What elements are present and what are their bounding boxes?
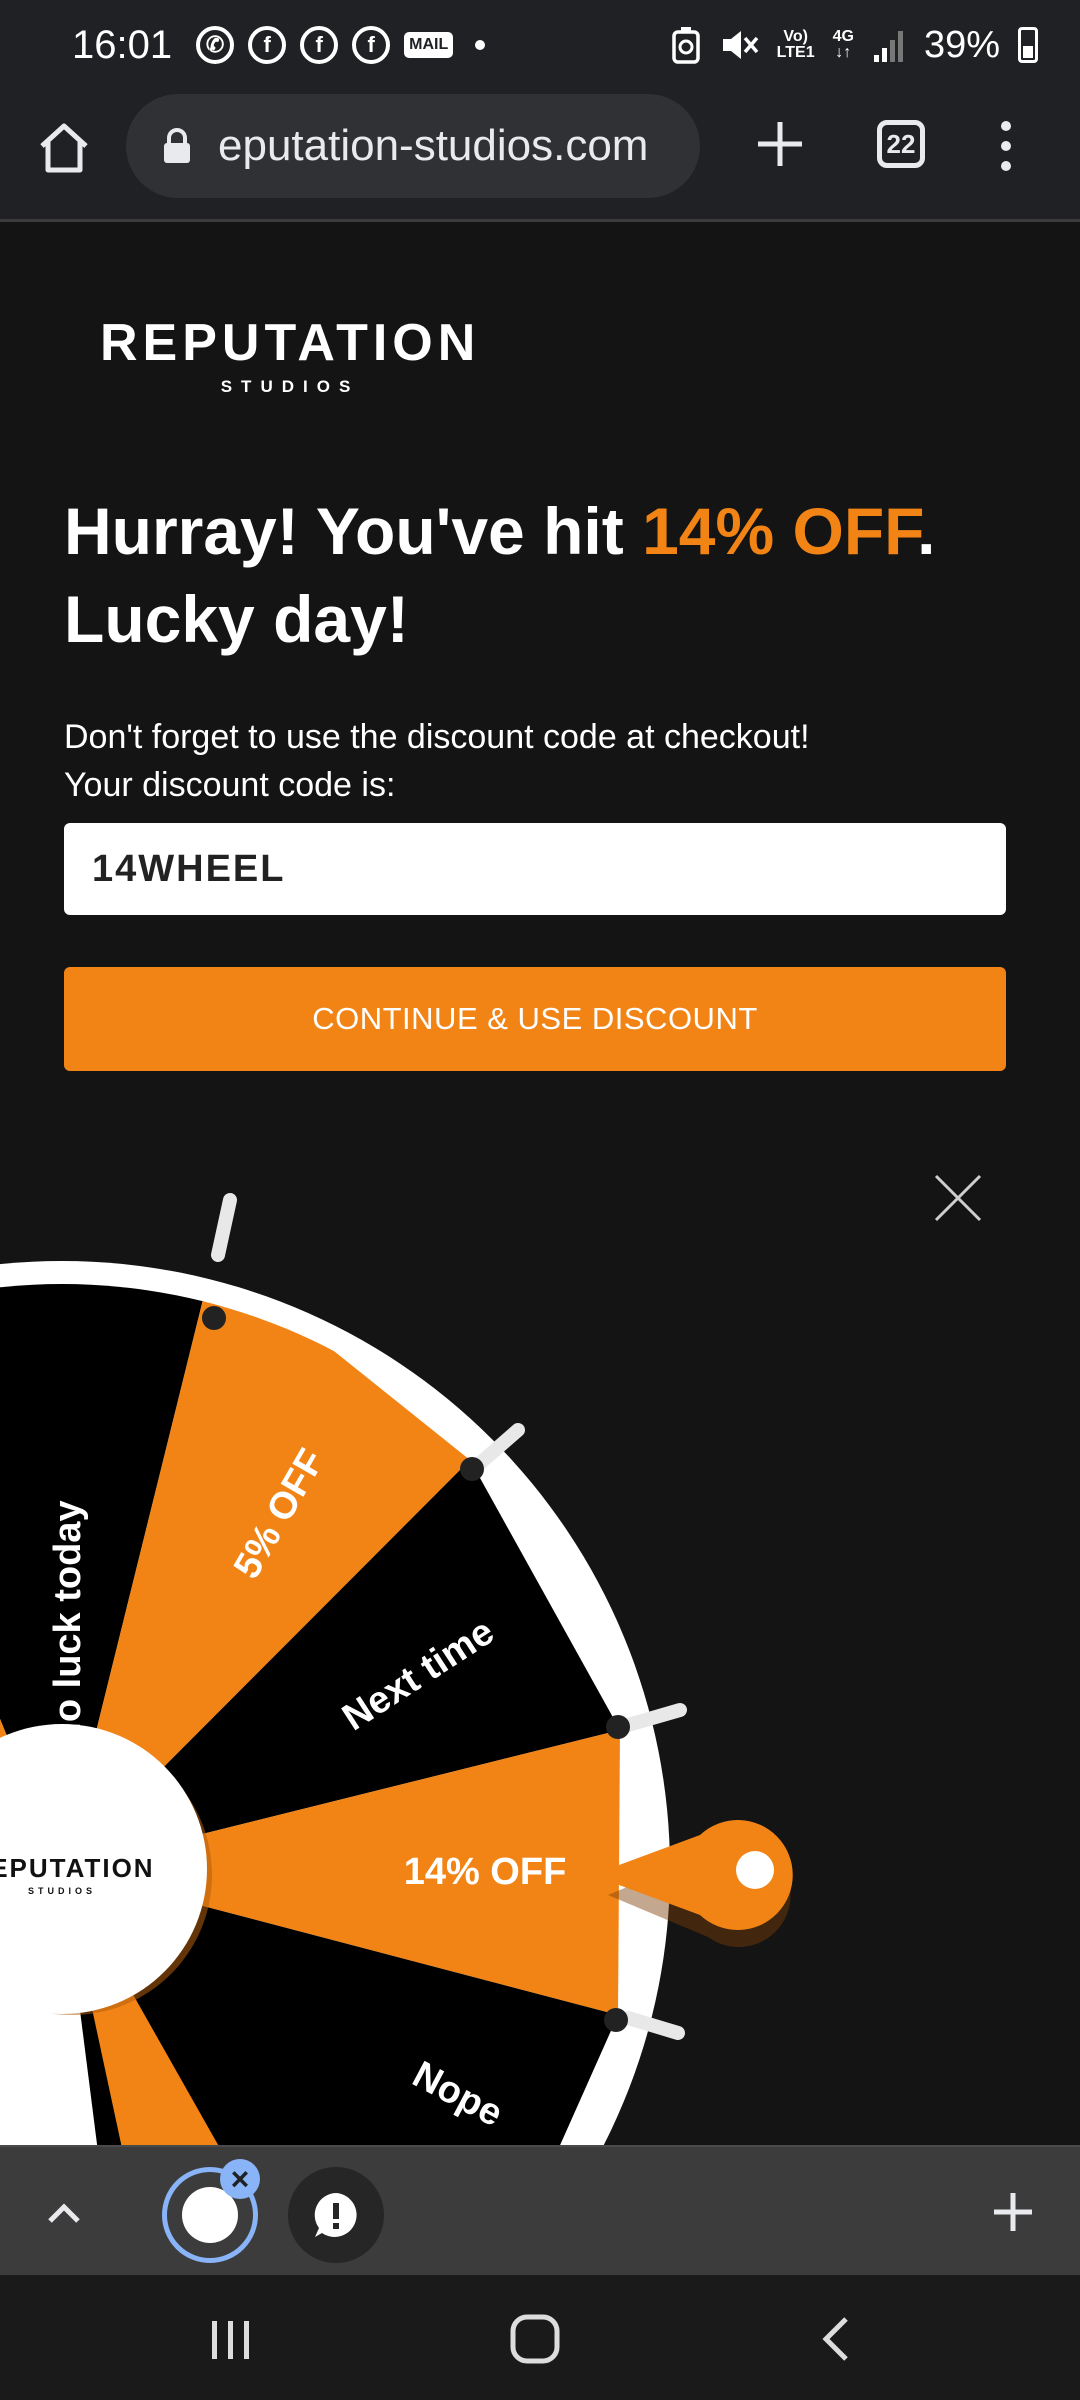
popup-content: REPUTATION STUDIOS Hurray! You've hit 14… xyxy=(0,225,1080,2145)
segment-label-14-off: 14% OFF xyxy=(404,1851,567,1893)
info-text: Don't forget to use the discount code at… xyxy=(64,713,1024,809)
pointer-dot-icon xyxy=(736,1851,774,1889)
signal-icon xyxy=(873,31,903,62)
recent-apps-icon[interactable] xyxy=(206,2315,256,2365)
wheel-body: REPUTATION STUDIOS No luck today 5% OFF … xyxy=(0,1193,687,2145)
mail-icon: MAIL xyxy=(404,32,454,58)
brand-logo: REPUTATION STUDIOS xyxy=(100,313,480,397)
feedback-button[interactable] xyxy=(288,2167,384,2263)
facebook-icon: f xyxy=(352,26,391,64)
info-line1: Don't forget to use the discount code at… xyxy=(64,718,810,756)
info-line2: Your discount code is: xyxy=(64,766,396,804)
notification-dot-icon xyxy=(475,40,486,50)
feedback-icon xyxy=(314,2193,357,2237)
close-icon[interactable] xyxy=(930,1170,986,1226)
volte-label: Vo) xyxy=(783,28,808,45)
facebook-icon: f xyxy=(248,26,287,64)
hub-logo-sub: STUDIOS xyxy=(28,1886,96,1896)
hub-logo-name: REPUTATION xyxy=(0,1853,155,1883)
win-headline: Hurray! You've hit 14% OFF. Lucky day! xyxy=(64,487,1024,663)
bottom-toolbar: × xyxy=(0,2145,1080,2275)
continue-use-discount-button[interactable]: CONTINUE & USE DISCOUNT xyxy=(64,967,1006,1071)
battery-saver-icon xyxy=(671,27,700,64)
headline-line2: Lucky day! xyxy=(64,582,409,656)
chevron-up-icon[interactable] xyxy=(42,2191,86,2235)
discount-code-field[interactable]: 14WHEEL xyxy=(64,823,1006,915)
status-right: Vo) LTE1 4G ↓↑ 39% xyxy=(671,24,1038,67)
brand-sub: STUDIOS xyxy=(220,377,360,396)
url-text: eputation-studios.com xyxy=(218,121,649,170)
address-bar[interactable]: eputation-studios.com xyxy=(126,94,700,198)
brand-name: REPUTATION xyxy=(100,314,481,372)
headline-prefix: Hurray! You've hit xyxy=(64,494,643,568)
system-nav-bar xyxy=(0,2275,1080,2400)
status-time: 16:01 xyxy=(72,22,173,67)
battery-icon xyxy=(1018,27,1038,63)
network-indicator: 4G ↓↑ xyxy=(833,29,854,61)
network-label: 4G xyxy=(832,28,854,45)
segment-label-no-luck: No luck today xyxy=(47,1500,89,1749)
back-icon[interactable] xyxy=(818,2313,854,2365)
browser-toolbar: eputation-studios.com 22 xyxy=(0,90,1080,222)
new-tab-icon[interactable] xyxy=(752,116,808,172)
lock-icon xyxy=(164,128,190,163)
close-bubble-icon[interactable]: × xyxy=(220,2159,260,2199)
status-left: 16:01 ✆ f f f MAIL xyxy=(72,22,486,68)
tab-switcher-button[interactable]: 22 xyxy=(877,120,925,168)
headline-suffix: . xyxy=(917,494,936,568)
mute-icon xyxy=(722,31,758,59)
lte-label: LTE1 xyxy=(776,44,815,61)
headline-highlight: 14% OFF xyxy=(642,494,918,568)
add-icon[interactable] xyxy=(990,2189,1036,2235)
home-icon[interactable] xyxy=(34,118,94,178)
whatsapp-icon: ✆ xyxy=(196,26,235,64)
volte-indicator: Vo) LTE1 xyxy=(777,29,815,61)
battery-percent: 39% xyxy=(923,23,1000,66)
home-nav-icon[interactable] xyxy=(507,2311,563,2367)
status-bar: 16:01 ✆ f f f MAIL Vo) LTE1 4G ↓↑ 39% xyxy=(0,0,1080,90)
facebook-icon: f xyxy=(300,26,339,64)
more-menu-icon[interactable] xyxy=(992,118,1020,174)
data-arrows-icon: ↓↑ xyxy=(835,44,852,61)
